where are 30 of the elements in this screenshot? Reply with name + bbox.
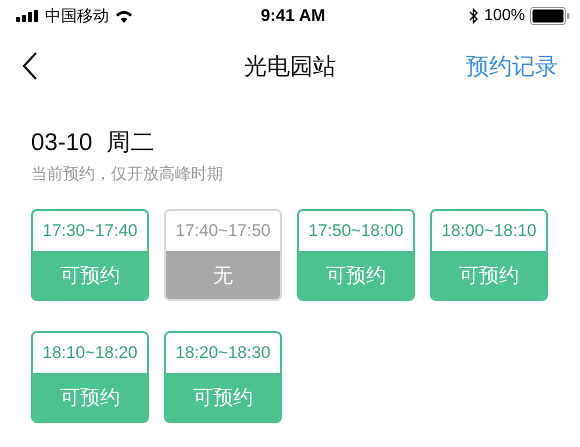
slot-time: 17:30~17:40 xyxy=(41,220,138,242)
battery-icon xyxy=(530,7,570,25)
battery-percent: 100% xyxy=(484,7,525,25)
time-slot-card[interactable]: 18:20~18:30 可预约 xyxy=(164,331,282,423)
slot-status: 可预约 xyxy=(33,373,147,421)
back-button[interactable] xyxy=(22,51,38,81)
time-slot-card[interactable]: 17:30~17:40 可预约 xyxy=(31,209,149,301)
time-slot-card[interactable]: 17:50~18:00 可预约 xyxy=(297,209,415,301)
carrier-name: 中国移动 xyxy=(45,6,109,26)
notice-text: 当前预约，仅开放高峰时期 xyxy=(31,164,224,185)
time-slot-card[interactable]: 18:10~18:20 可预约 xyxy=(31,331,149,423)
page-title: 光电园站 xyxy=(243,52,337,80)
slot-time: 18:00~18:10 xyxy=(440,220,538,242)
date-label: 03-10 xyxy=(31,128,92,158)
slot-status: 可预约 xyxy=(166,373,280,421)
records-link[interactable]: 预约记录 xyxy=(466,50,558,82)
slot-status: 可预约 xyxy=(299,251,413,299)
signal-icon xyxy=(16,10,40,22)
slot-time: 17:50~18:00 xyxy=(307,220,404,242)
bluetooth-icon xyxy=(469,8,480,24)
slot-status: 可预约 xyxy=(33,251,147,299)
time-slot-card[interactable]: 18:00~18:10 可预约 xyxy=(430,209,548,301)
wifi-icon xyxy=(114,9,134,23)
slot-time: 18:10~18:20 xyxy=(41,342,138,364)
weekday-label: 周二 xyxy=(106,128,154,158)
slot-status: 无 xyxy=(166,251,280,299)
slot-time: 18:20~18:30 xyxy=(174,342,272,364)
clock-time: 9:41 AM xyxy=(260,6,326,26)
slot-status: 可预约 xyxy=(432,251,546,299)
slot-time: 17:40~17:50 xyxy=(174,220,272,242)
